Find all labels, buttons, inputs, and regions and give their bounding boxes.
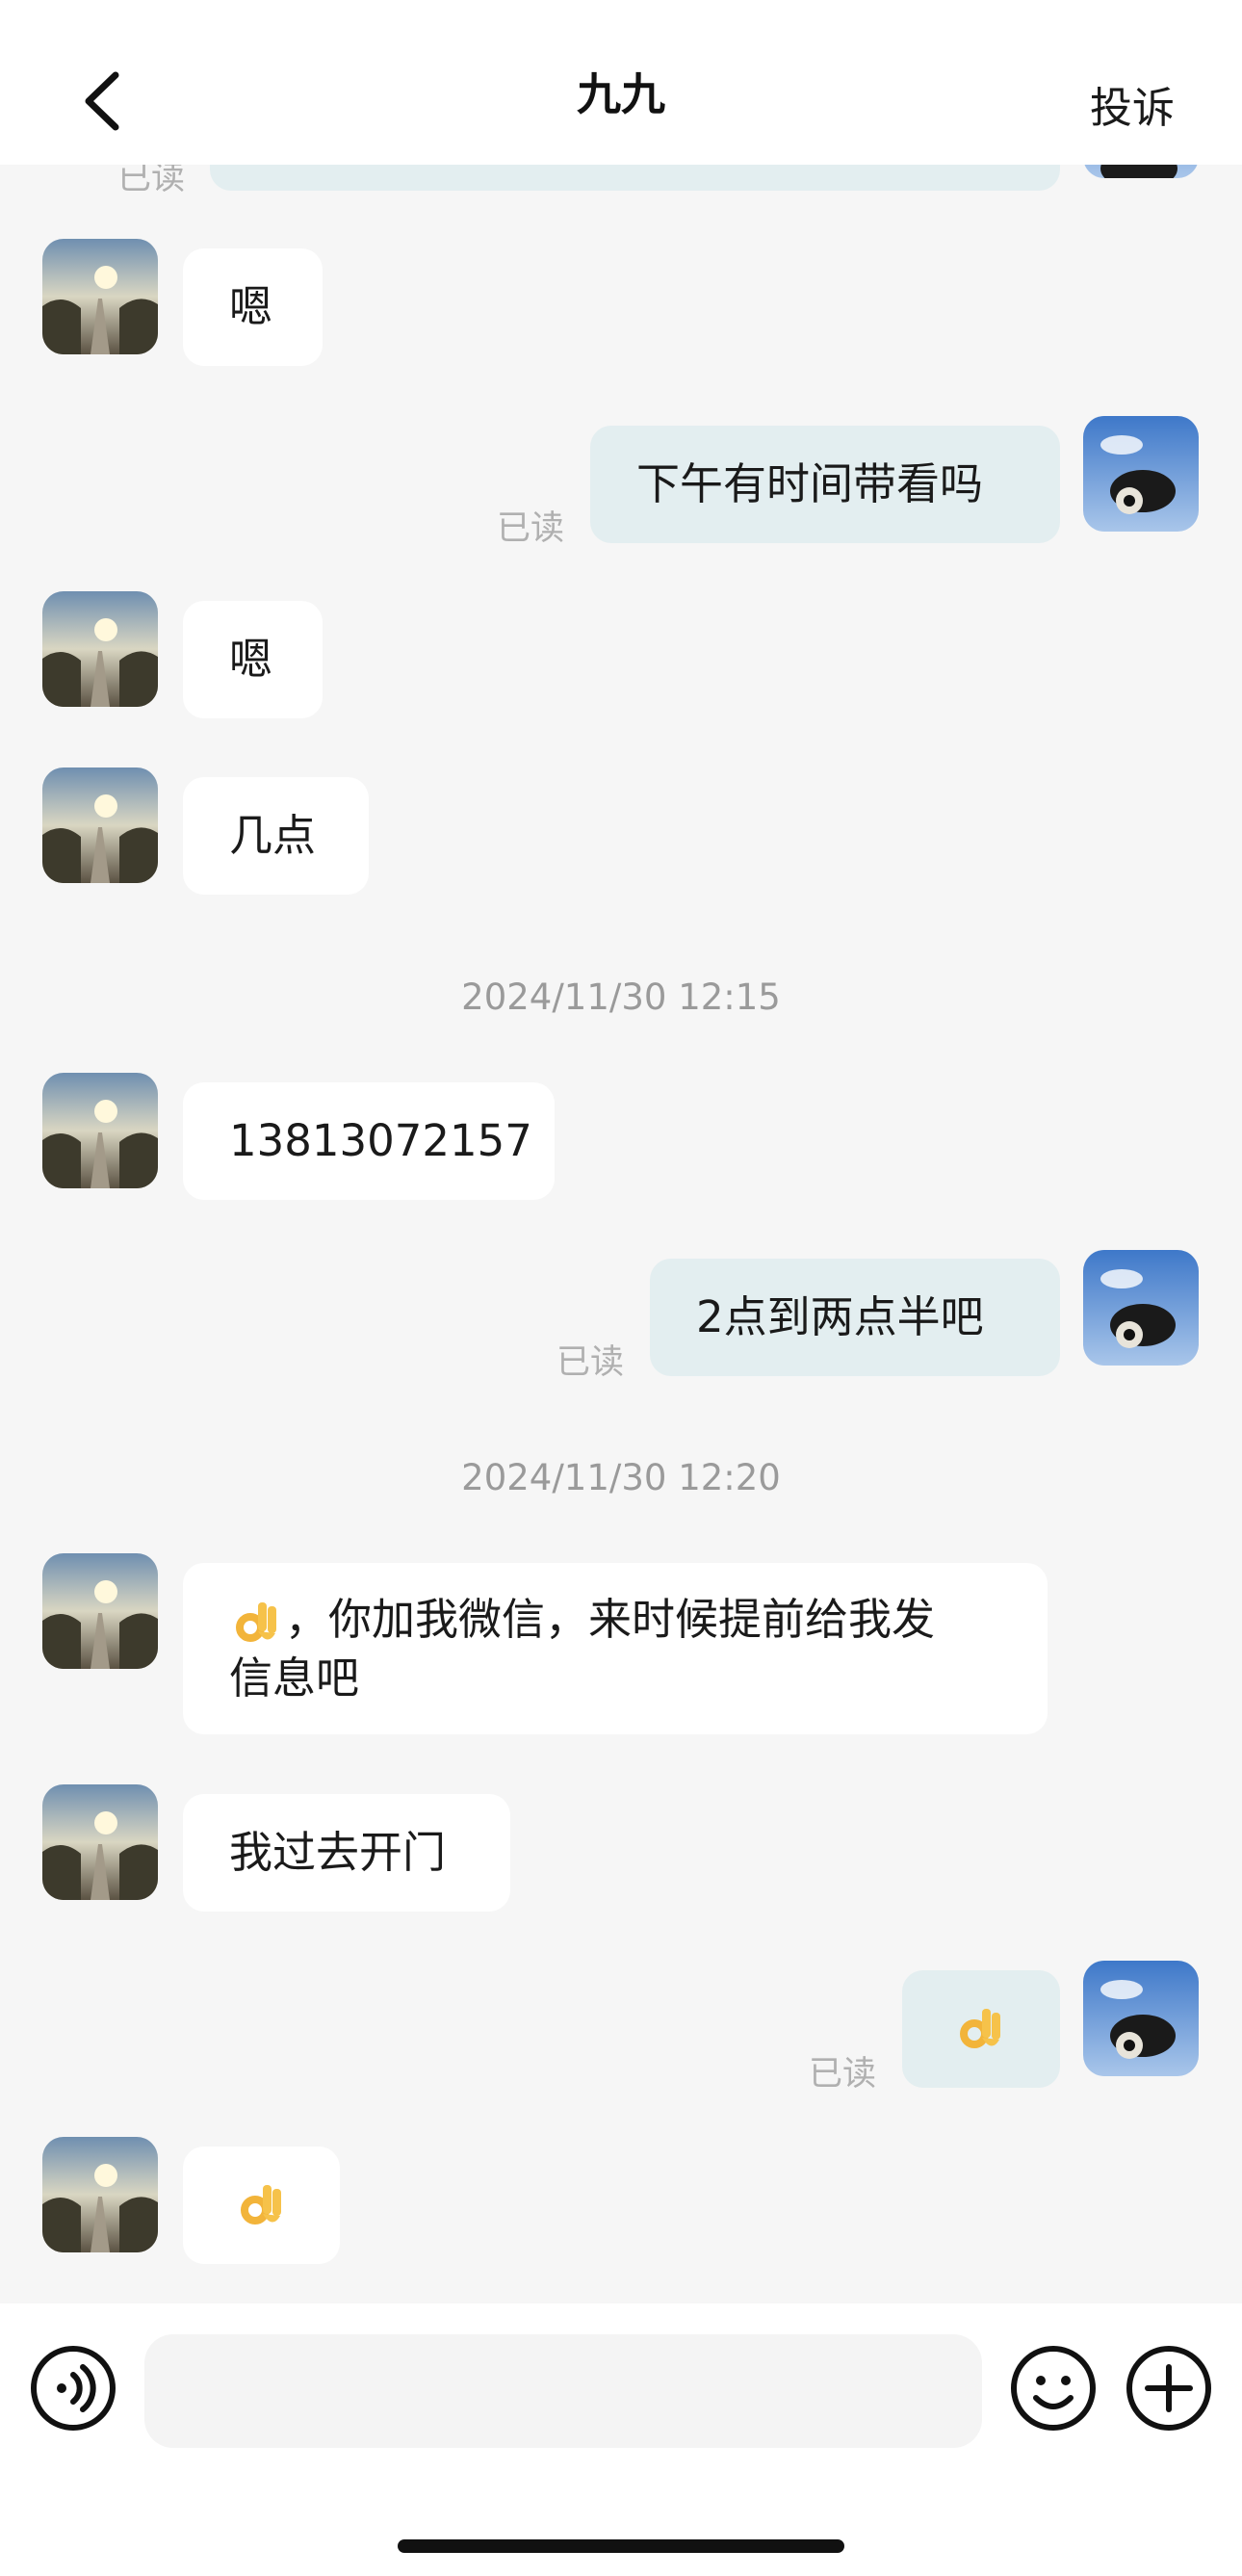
landscape-avatar-image [42,591,158,707]
smiley-icon [1011,2346,1096,2431]
message-bubble-incoming[interactable]: 13813072157 [183,1082,555,1200]
timestamp: 2024/11/30 12:20 [461,1457,781,1498]
read-status: 已读 [497,509,565,548]
message-text: 13813072157 [229,1115,532,1166]
message-input[interactable] [144,2334,982,2448]
chat-title: 九九 [577,68,665,120]
message-text: 下午有时间带看吗 [636,458,984,509]
landscape-avatar-image [42,2137,158,2252]
input-bar [0,2303,1242,2576]
dog-avatar-image [1083,1250,1199,1366]
message-bubble-outgoing[interactable]: 下午有时间带看吗 [590,426,1060,543]
contact-avatar[interactable] [42,1073,158,1188]
contact-avatar[interactable] [42,591,158,707]
voice-icon [31,2346,116,2431]
contact-avatar[interactable] [42,768,158,883]
chat-header: 九九 投诉 [0,0,1242,165]
voice-input-button[interactable] [29,2344,117,2433]
ok-hand-emoji-icon [240,2185,281,2225]
landscape-avatar-image [42,1784,158,1900]
my-avatar[interactable] [1083,1250,1199,1366]
message-bubble-outgoing[interactable] [902,1970,1060,2088]
plus-icon [1126,2346,1211,2431]
message-bubble-incoming[interactable]: ，你加我微信，来时候提前给我发 信息吧 [183,1563,1048,1734]
message-bubble-incoming[interactable]: 我过去开门 [183,1794,510,1912]
message-text: 我过去开门 [229,1827,447,1878]
landscape-avatar-image [42,768,158,883]
message-text: 几点 [229,810,317,861]
message-text: 2点到两点半吧 [696,1291,984,1342]
contact-avatar[interactable] [42,1784,158,1900]
message-text: 嗯 [229,634,273,685]
timestamp: 2024/11/30 12:15 [461,976,781,1018]
home-indicator [398,2539,844,2553]
read-status: 已读 [809,2055,877,2094]
my-avatar[interactable] [1083,1961,1199,2076]
message-text: 嗯 [229,281,273,332]
message-bubble-outgoing[interactable]: 2点到两点半吧 [650,1259,1060,1376]
contact-avatar[interactable] [42,239,158,354]
contact-avatar[interactable] [42,2137,158,2252]
message-bubble-incoming[interactable]: 嗯 [183,601,323,718]
ok-hand-emoji-icon [236,1602,276,1642]
landscape-avatar-image [42,1553,158,1669]
report-button[interactable]: 投诉 [1090,73,1175,135]
message-bubble-incoming[interactable] [183,2147,340,2264]
contact-avatar[interactable] [42,1553,158,1669]
read-status: 已读 [556,1343,625,1382]
my-avatar[interactable] [1083,416,1199,532]
message-bubble-incoming[interactable]: 几点 [183,777,369,895]
message-text-line1: ，你加我微信，来时候提前给我发 [285,1594,936,1645]
landscape-avatar-image [42,239,158,354]
message-text-line2: 信息吧 [229,1652,360,1704]
dog-avatar-image [1083,416,1199,532]
emoji-button[interactable] [1009,2344,1098,2433]
more-options-button[interactable] [1125,2344,1213,2433]
ok-hand-emoji-icon [960,2009,1000,2048]
dog-avatar-image [1083,1961,1199,2076]
message-bubble-incoming[interactable]: 嗯 [183,248,323,366]
landscape-avatar-image [42,1073,158,1188]
